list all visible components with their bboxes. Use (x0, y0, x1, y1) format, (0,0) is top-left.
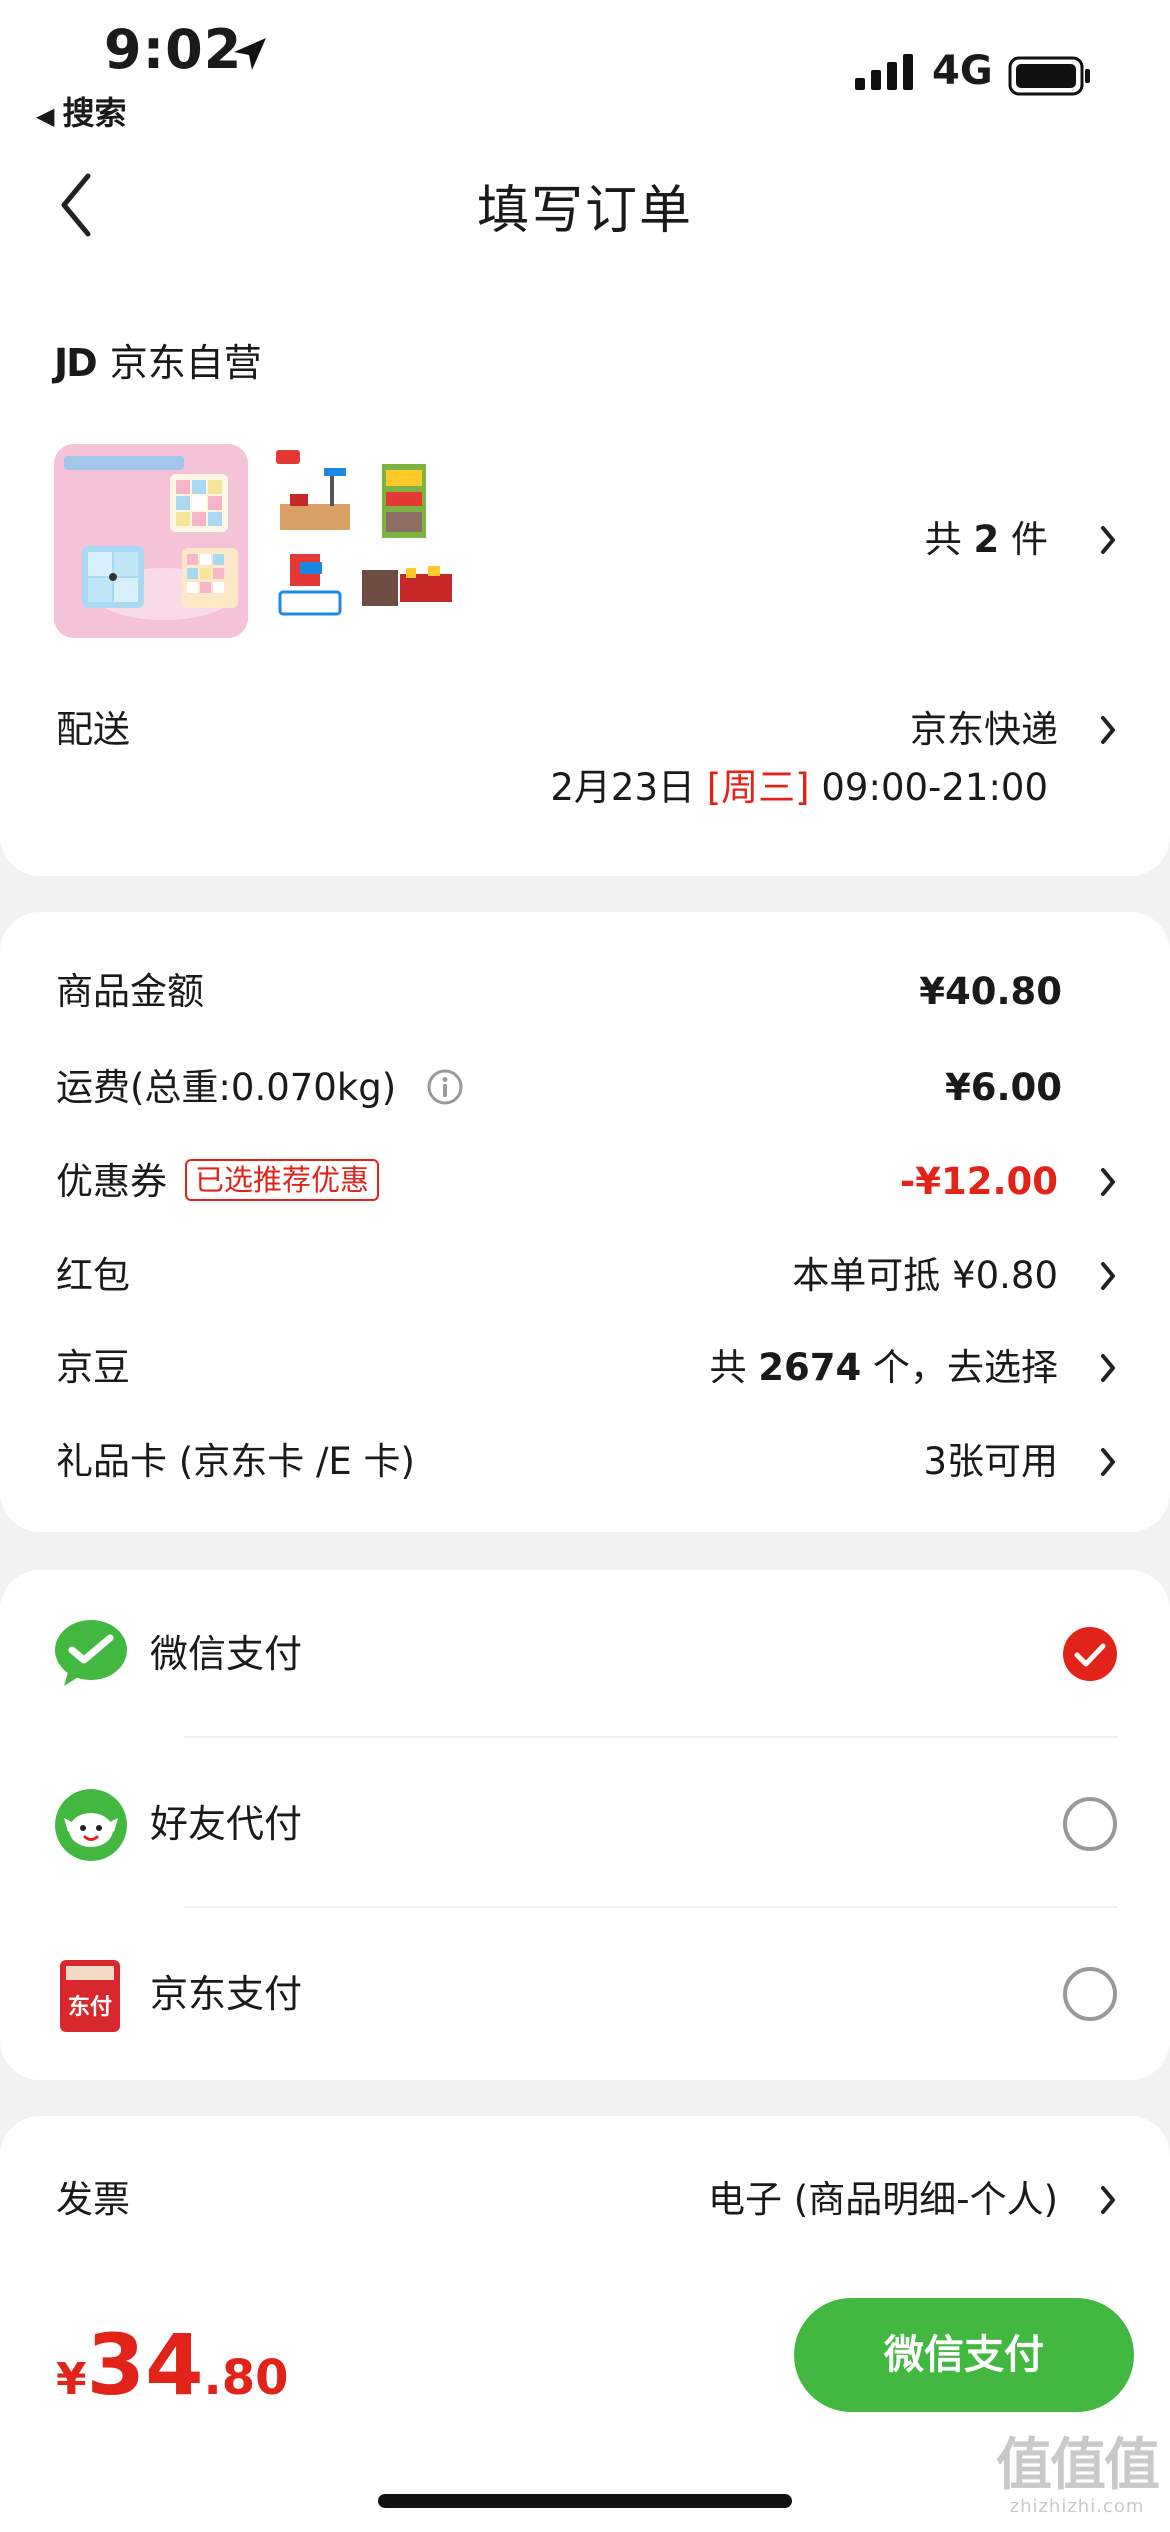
jingdou-prefix: 共 (709, 1346, 747, 1389)
chevron-right-icon (1101, 716, 1115, 744)
radio-unchecked-icon[interactable] (1062, 1966, 1118, 2022)
gift-card-row[interactable]: 礼品卡 (京东卡 /E 卡) 3张可用 (56, 1432, 1118, 1492)
payment-methods-card: 微信支付 好友代付 东付 京东支付 (0, 1570, 1170, 2080)
watermark: 值值值 zhizhizhi.com (996, 2433, 1160, 2518)
chevron-right-icon (1101, 1448, 1115, 1476)
product-thumbnail-building-blocks[interactable] (270, 444, 464, 638)
jingdou-count: 2674 (758, 1346, 862, 1389)
jd-pay-icon: 东付 (60, 1960, 120, 2032)
store-header: JD 京东自营 (54, 332, 262, 387)
store-name: 京东自营 (109, 341, 262, 385)
wechat-pay-icon (55, 1620, 127, 1686)
delivery-weekday: [周三] (706, 766, 810, 809)
watermark-url: zhizhizhi.com (1009, 2496, 1145, 2517)
product-thumbnail-rubik-cube[interactable] (54, 444, 248, 638)
item-count-suffix: 件 (1011, 518, 1048, 561)
jingdou-suffix: 个，去选择 (873, 1346, 1058, 1389)
invoice-card: 发票 电子 (商品明细-个人) (0, 2116, 1170, 2286)
payment-option-jdpay[interactable]: 东付 京东支付 (54, 1954, 1118, 2034)
friend-pay-icon (55, 1789, 127, 1861)
red-packet-label: 红包 (56, 1254, 130, 1297)
shipping-value: ¥6.00 (944, 1066, 1062, 1109)
wechat-pay-button[interactable]: 微信支付 (794, 2298, 1134, 2412)
back-triangle-icon: ◀ (36, 102, 55, 130)
item-count-number: 2 (973, 518, 1000, 561)
payment-option-friend[interactable]: 好友代付 (54, 1784, 1118, 1864)
shipping-row: 运费(总重:0.070kg) ¥6.00 (56, 1058, 1118, 1118)
page-title: 填写订单 (476, 181, 693, 241)
payment-option-label: 京东支付 (150, 1972, 303, 2016)
watermark-logo: 值值值 (996, 2433, 1160, 2498)
delivery-date: 2月23日 (550, 766, 695, 809)
radio-unchecked-icon[interactable] (1062, 1796, 1118, 1852)
coupon-label-wrap: 优惠券 已选推荐优惠 (56, 1152, 380, 1212)
building-blocks-image (276, 450, 452, 616)
gift-card-value: 3张可用 (923, 1440, 1058, 1483)
item-count-prefix: 共 (924, 518, 962, 561)
network-type: 4G (932, 48, 993, 94)
delivery-time: 09:00-21:00 (821, 766, 1048, 809)
coupon-value: -¥12.00 (899, 1160, 1058, 1203)
chevron-right-icon (1101, 1262, 1115, 1290)
radio-checked-icon[interactable] (1062, 1626, 1118, 1682)
chevron-right-icon (1101, 1168, 1115, 1196)
payment-option-label: 微信支付 (150, 1632, 303, 1676)
top-bar: 9:02 ◀ 搜索 4G 填写订单 (0, 0, 1170, 270)
back-to-search-label: 搜索 (62, 94, 127, 132)
goods-amount-row: 商品金额 ¥40.80 (56, 962, 1118, 1022)
jingdou-label: 京豆 (56, 1346, 130, 1389)
jd-logo: JD (54, 341, 98, 385)
battery-icon (1008, 56, 1090, 96)
item-count[interactable]: 共 2 件 (925, 510, 1048, 570)
chevron-right-icon[interactable] (1098, 524, 1118, 556)
invoice-value: 电子 (商品明细-个人) (708, 2178, 1058, 2221)
coupon-tag: 已选推荐优惠 (185, 1159, 380, 1201)
rubik-cube-image (54, 444, 248, 638)
divider (184, 1736, 1118, 1738)
goods-amount-label: 商品金额 (56, 970, 204, 1013)
chevron-right-icon (1101, 2186, 1115, 2214)
checkout-bar: ¥34.80 微信支付 值值值 zhizhizhi.com (0, 2286, 1170, 2532)
red-packet-value: 本单可抵 ¥0.80 (792, 1254, 1058, 1297)
jd-pay-icon-text: 东付 (68, 1994, 112, 2020)
status-time: 9:02 (104, 18, 243, 81)
delivery-method: 京东快递 (910, 708, 1058, 751)
shipping-label: 运费(总重:0.070kg) (56, 1066, 397, 1109)
total-currency: ¥ (56, 2354, 87, 2405)
jingdou-row[interactable]: 京豆 共 2674 个，去选择 (56, 1338, 1118, 1398)
red-packet-row[interactable]: 红包 本单可抵 ¥0.80 (56, 1246, 1118, 1306)
delivery-time-slot[interactable]: 2月23日 [周三] 09:00-21:00 (550, 758, 1048, 818)
shipping-label-wrap: 运费(总重:0.070kg) (56, 1058, 464, 1118)
total-integer: 34 (86, 2316, 204, 2414)
goods-amount-value: ¥40.80 (919, 970, 1062, 1013)
gift-card-label: 礼品卡 (京东卡 /E 卡) (56, 1440, 415, 1483)
location-arrow-icon (234, 38, 266, 70)
pricing-card: 商品金额 ¥40.80 运费(总重:0.070kg) ¥6.00 优惠券 已选推荐… (0, 912, 1170, 1532)
back-to-search-link[interactable]: ◀ 搜索 (36, 88, 126, 134)
order-items-card: JD 京东自营 共 2 件 配送 京东快递 2月23日 [周三] 09:00-2… (0, 268, 1170, 876)
cellular-signal-icon (855, 54, 913, 90)
total-price: ¥34.80 (56, 2316, 289, 2414)
coupon-row[interactable]: 优惠券 已选推荐优惠 -¥12.00 (56, 1152, 1118, 1212)
payment-option-wechat[interactable]: 微信支付 (54, 1614, 1118, 1694)
payment-option-label: 好友代付 (150, 1802, 303, 1846)
invoice-label: 发票 (56, 2178, 130, 2221)
coupon-label: 优惠券 (56, 1160, 167, 1203)
delivery-label: 配送 (56, 708, 130, 751)
jingdou-value: 共 2674 个，去选择 (709, 1338, 1058, 1398)
info-icon[interactable] (426, 1068, 464, 1106)
chevron-right-icon (1101, 1354, 1115, 1382)
total-decimal: .80 (203, 2350, 289, 2406)
delivery-row[interactable]: 配送 京东快递 (56, 700, 1118, 760)
divider (184, 1906, 1118, 1908)
invoice-row[interactable]: 发票 电子 (商品明细-个人) (56, 2170, 1118, 2230)
home-indicator (378, 2494, 792, 2508)
